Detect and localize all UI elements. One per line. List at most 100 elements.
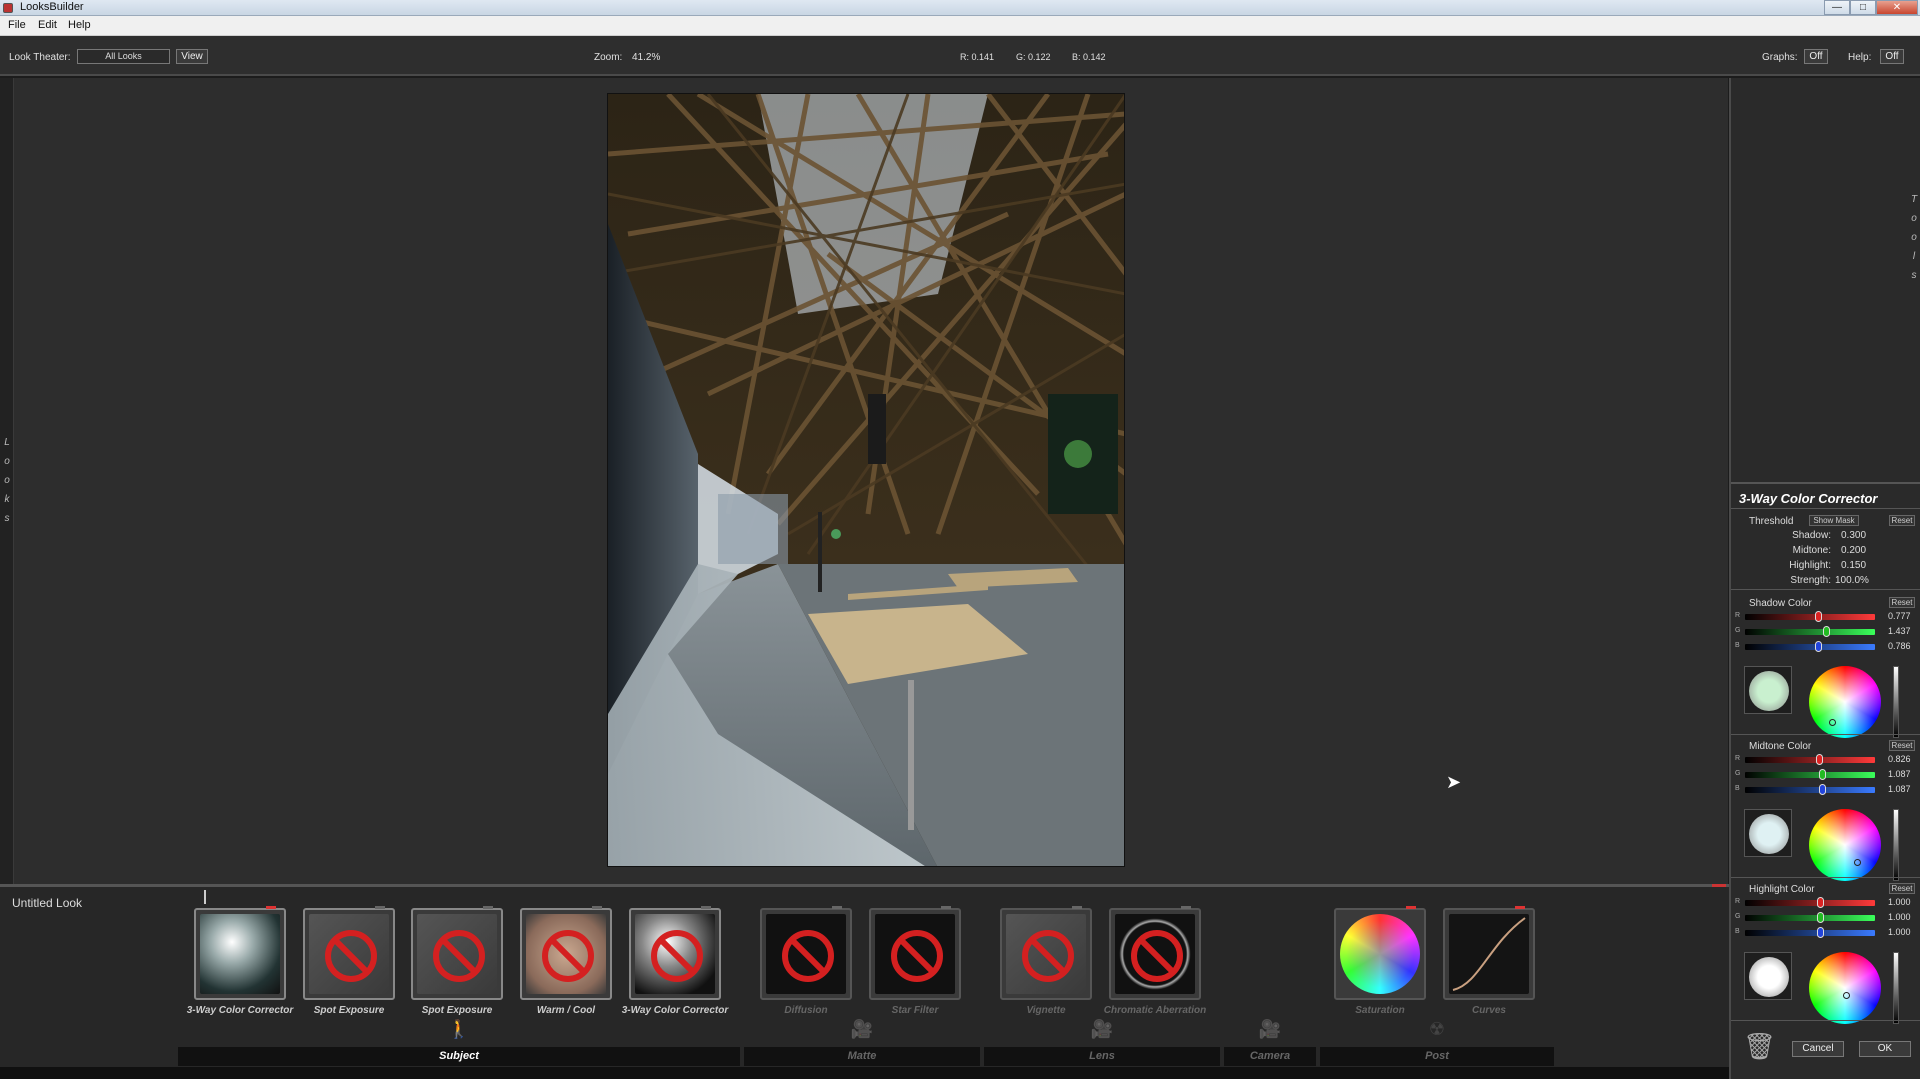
effect-tile[interactable] xyxy=(869,906,961,1000)
effect-tile[interactable] xyxy=(520,906,612,1000)
category-tab-lens[interactable]: Lens xyxy=(984,1047,1220,1066)
highlight-luminance-bar[interactable] xyxy=(1893,952,1899,1024)
tile-enable-tab[interactable] xyxy=(375,906,385,909)
shadow-g-slider-handle[interactable] xyxy=(1823,626,1830,637)
show-mask-button[interactable]: Show Mask xyxy=(1809,515,1859,526)
graphs-toggle[interactable]: Off xyxy=(1804,49,1828,64)
shadow-r-value[interactable]: 0.777 xyxy=(1888,611,1911,621)
highlight-threshold-value[interactable]: 0.150 xyxy=(1841,560,1866,571)
highlight-b-slider[interactable] xyxy=(1745,927,1875,938)
effect-tile[interactable] xyxy=(1334,906,1426,1000)
view-button[interactable]: View xyxy=(176,49,208,64)
midtone-threshold-label: Midtone: xyxy=(1792,545,1831,556)
maximize-button[interactable]: □ xyxy=(1850,0,1876,15)
shadow-b-slider[interactable] xyxy=(1745,641,1875,652)
midtone-color-wheel[interactable] xyxy=(1809,809,1881,881)
tile-enable-tab[interactable] xyxy=(1406,906,1416,909)
menu-bar: File Edit Help xyxy=(0,16,1920,36)
tile-enable-tab[interactable] xyxy=(1515,906,1525,909)
tile-enable-tab[interactable] xyxy=(701,906,711,909)
minimize-button[interactable]: — xyxy=(1824,0,1850,15)
highlight-color-wheel[interactable] xyxy=(1809,952,1881,1024)
midtone-b-slider-handle[interactable] xyxy=(1819,784,1826,795)
graphs-label: Graphs: xyxy=(1762,52,1798,63)
midtone-b-slider[interactable] xyxy=(1745,784,1875,795)
tile-enable-tab[interactable] xyxy=(1072,906,1082,909)
tile-label: Diffusion xyxy=(784,1005,828,1016)
strip-playhead[interactable] xyxy=(204,890,206,904)
shadow-wheel-picker[interactable] xyxy=(1829,719,1836,726)
highlight-b-value[interactable]: 1.000 xyxy=(1888,927,1911,937)
shadow-reset-button[interactable]: Reset xyxy=(1889,597,1915,608)
highlight-g-value[interactable]: 1.000 xyxy=(1888,912,1911,922)
menu-help[interactable]: Help xyxy=(68,19,91,31)
tile-enable-tab[interactable] xyxy=(483,906,493,909)
effect-tile[interactable] xyxy=(303,906,395,1000)
shadow-b-value[interactable]: 0.786 xyxy=(1888,641,1911,651)
tile-enable-tab[interactable] xyxy=(832,906,842,909)
ok-button[interactable]: OK xyxy=(1859,1041,1911,1057)
midtone-threshold-value[interactable]: 0.200 xyxy=(1841,545,1866,556)
tile-enable-tab[interactable] xyxy=(592,906,602,909)
midtone-reset-button[interactable]: Reset xyxy=(1889,740,1915,751)
highlight-r-value[interactable]: 1.000 xyxy=(1888,897,1911,907)
tile-label: Vignette xyxy=(1026,1005,1066,1016)
trash-icon[interactable]: 🗑 xyxy=(1743,1031,1776,1062)
shadow-color-wheel[interactable] xyxy=(1809,666,1881,738)
effect-tile[interactable] xyxy=(1443,906,1535,1000)
effect-tile[interactable] xyxy=(760,906,852,1000)
effect-tile[interactable] xyxy=(411,906,503,1000)
highlight-reset-button[interactable]: Reset xyxy=(1889,883,1915,894)
category-tab-camera[interactable]: Camera xyxy=(1224,1047,1316,1066)
tile-enable-tab[interactable] xyxy=(266,906,276,909)
looks-side-tab[interactable]: L o o k s xyxy=(0,78,14,884)
effect-tile[interactable] xyxy=(629,906,721,1000)
highlight-b-slider-handle[interactable] xyxy=(1817,927,1824,938)
tile-enable-tab[interactable] xyxy=(941,906,951,909)
highlight-wheel-picker[interactable] xyxy=(1843,992,1850,999)
midtone-g-value[interactable]: 1.087 xyxy=(1888,769,1911,779)
look-theater-select[interactable]: All Looks xyxy=(77,49,170,64)
midtone-wheel-picker[interactable] xyxy=(1854,859,1861,866)
midtone-g-slider-handle[interactable] xyxy=(1819,769,1826,780)
category-tab-post[interactable]: Post xyxy=(1320,1047,1554,1066)
highlight-r-slider-handle[interactable] xyxy=(1817,897,1824,908)
threshold-reset-button[interactable]: Reset xyxy=(1889,515,1915,526)
category-tab-subject[interactable]: Subject xyxy=(178,1047,740,1066)
highlight-g-slider-handle[interactable] xyxy=(1817,912,1824,923)
cancel-button[interactable]: Cancel xyxy=(1792,1041,1844,1057)
midtone-b-value[interactable]: 1.087 xyxy=(1888,784,1911,794)
shadow-g-letter: G xyxy=(1735,627,1741,634)
shadow-luminance-bar[interactable] xyxy=(1893,666,1899,738)
category-tab-matte[interactable]: Matte xyxy=(744,1047,980,1066)
tile-enable-tab[interactable] xyxy=(1181,906,1191,909)
lens-category-icon: 🎥 xyxy=(1090,1019,1114,1039)
strength-value[interactable]: 100.0% xyxy=(1835,575,1869,586)
shadow-threshold-value[interactable]: 0.300 xyxy=(1841,530,1866,541)
midtone-r-slider-handle[interactable] xyxy=(1816,754,1823,765)
highlight-r-slider[interactable] xyxy=(1745,897,1875,908)
shadow-r-slider-handle[interactable] xyxy=(1815,611,1822,622)
shadow-r-slider[interactable] xyxy=(1745,611,1875,622)
highlight-g-slider[interactable] xyxy=(1745,912,1875,923)
close-button[interactable]: ✕ xyxy=(1876,0,1918,15)
effect-tile[interactable] xyxy=(194,906,286,1000)
highlight-color-swatch[interactable] xyxy=(1744,952,1792,1000)
look-name[interactable]: Untitled Look xyxy=(12,896,82,910)
midtone-g-slider[interactable] xyxy=(1745,769,1875,780)
midtone-color-swatch[interactable] xyxy=(1744,809,1792,857)
midtone-b-letter: B xyxy=(1735,785,1740,792)
tile-thumbnail xyxy=(875,914,955,994)
shadow-color-swatch[interactable] xyxy=(1744,666,1792,714)
shadow-g-slider[interactable] xyxy=(1745,626,1875,637)
menu-file[interactable]: File xyxy=(8,19,26,31)
effect-tile[interactable] xyxy=(1109,906,1201,1000)
shadow-b-slider-handle[interactable] xyxy=(1815,641,1822,652)
midtone-luminance-bar[interactable] xyxy=(1893,809,1899,881)
midtone-r-value[interactable]: 0.826 xyxy=(1888,754,1911,764)
midtone-r-slider[interactable] xyxy=(1745,754,1875,765)
shadow-g-value[interactable]: 1.437 xyxy=(1888,626,1911,636)
help-toggle[interactable]: Off xyxy=(1880,49,1904,64)
menu-edit[interactable]: Edit xyxy=(38,19,57,31)
effect-tile[interactable] xyxy=(1000,906,1092,1000)
